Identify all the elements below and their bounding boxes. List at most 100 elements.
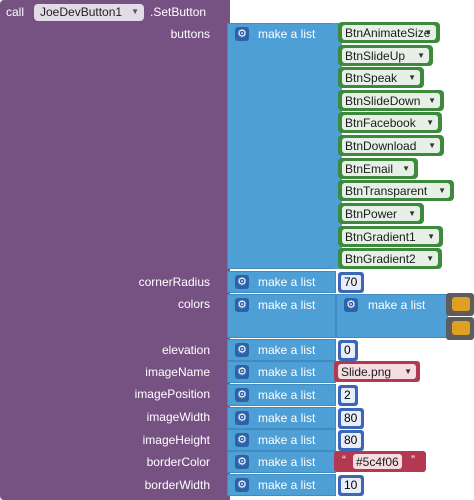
number-value[interactable]: 80 xyxy=(341,433,361,448)
gear-icon[interactable]: ⚙ xyxy=(235,478,249,492)
color-block[interactable] xyxy=(446,317,474,340)
component-chip[interactable]: BtnTransparent ▼ xyxy=(342,183,450,198)
gear-icon[interactable]: ⚙ xyxy=(235,275,249,289)
chevron-down-icon: ▼ xyxy=(404,367,412,376)
component-chip[interactable]: BtnFacebook ▼ xyxy=(342,115,438,130)
text-value: Slide.png xyxy=(341,365,392,379)
make-list-label: make a list xyxy=(258,365,316,379)
component-name: BtnGradient2 xyxy=(345,252,416,266)
color-block[interactable] xyxy=(446,293,474,316)
text-block[interactable]: Slide.png ▼ xyxy=(334,361,420,382)
component-block[interactable]: BtnGradient1 ▼ xyxy=(338,226,443,247)
make-list-label: make a list xyxy=(258,275,316,289)
component-block[interactable]: BtnSlideUp ▼ xyxy=(338,45,433,66)
chevron-down-icon: ▼ xyxy=(408,209,416,218)
quote-open: “ xyxy=(342,453,346,467)
number-block[interactable]: 80 xyxy=(338,408,364,429)
make-list-label: make a list xyxy=(258,298,316,312)
component-chip[interactable]: BtnEmail ▼ xyxy=(342,161,414,176)
component-name: BtnGradient1 xyxy=(345,230,416,244)
param-label-imagename: imageName xyxy=(145,365,210,379)
component-name: BtnAnimateSize xyxy=(345,26,431,40)
param-label-elevation: elevation xyxy=(161,343,210,357)
gear-icon[interactable]: ⚙ xyxy=(235,365,249,379)
number-block[interactable]: 0 xyxy=(338,340,358,361)
make-list-label: make a list xyxy=(258,455,316,469)
param-label-bordercolor: borderColor xyxy=(146,455,210,469)
component-chip[interactable]: BtnSlideDown ▼ xyxy=(342,93,440,108)
component-name: BtnSpeak xyxy=(345,71,398,85)
component-chip[interactable]: BtnGradient2 ▼ xyxy=(342,251,438,266)
chevron-down-icon: ▼ xyxy=(131,7,139,16)
chevron-down-icon: ▼ xyxy=(426,254,434,263)
component-name: BtnSlideUp xyxy=(345,49,406,63)
quote-close: ” xyxy=(411,453,415,467)
make-list-label: make a list xyxy=(258,433,316,447)
number-block[interactable]: 70 xyxy=(338,272,364,293)
chevron-down-icon: ▼ xyxy=(428,96,436,105)
gear-icon[interactable]: ⚙ xyxy=(235,411,249,425)
chevron-down-icon: ▼ xyxy=(424,28,432,37)
text-value[interactable]: #5c4f06 xyxy=(353,454,402,469)
component-block[interactable]: BtnFacebook ▼ xyxy=(338,112,442,133)
param-label-imagewidth: imageWidth xyxy=(146,410,210,424)
gear-icon[interactable]: ⚙ xyxy=(235,298,249,312)
gear-icon[interactable]: ⚙ xyxy=(235,388,249,402)
param-label-imageheight: imageHeight xyxy=(142,433,210,447)
number-value[interactable]: 0 xyxy=(341,343,355,358)
text-string-block[interactable]: “ #5c4f06 ” xyxy=(334,451,426,472)
number-value[interactable]: 80 xyxy=(341,411,361,426)
component-block[interactable]: BtnGradient2 ▼ xyxy=(338,248,442,269)
chevron-down-icon: ▼ xyxy=(402,164,410,173)
param-label-borderwidth: borderWidth xyxy=(144,478,210,492)
component-block[interactable]: BtnSlideDown ▼ xyxy=(338,90,444,111)
number-block[interactable]: 2 xyxy=(338,385,358,406)
number-value[interactable]: 70 xyxy=(341,275,361,290)
component-block[interactable]: BtnDownload ▼ xyxy=(338,135,444,156)
component-name: BtnDownload xyxy=(345,139,417,153)
param-label-buttons: buttons xyxy=(170,27,210,41)
number-value[interactable]: 10 xyxy=(341,478,361,493)
component-chip[interactable]: BtnSpeak ▼ xyxy=(342,70,420,85)
color-swatch[interactable] xyxy=(452,297,470,311)
gear-icon[interactable]: ⚙ xyxy=(344,298,358,312)
gear-icon[interactable]: ⚙ xyxy=(235,27,249,41)
gear-icon[interactable]: ⚙ xyxy=(235,433,249,447)
component-chip[interactable]: BtnDownload ▼ xyxy=(342,138,440,153)
make-list-label: make a list xyxy=(258,27,316,41)
make-list-buttons[interactable] xyxy=(227,23,336,269)
call-setbutton-block[interactable] xyxy=(0,0,230,500)
component-block[interactable]: BtnAnimateSize ▼ xyxy=(338,22,440,43)
component-dropdown[interactable]: JoeDevButton1 ▼ xyxy=(34,4,144,21)
component-block[interactable]: BtnEmail ▼ xyxy=(338,158,418,179)
component-block[interactable]: BtnPower ▼ xyxy=(338,203,424,224)
component-block[interactable]: BtnSpeak ▼ xyxy=(338,67,424,88)
component-name: BtnTransparent xyxy=(345,184,428,198)
component-chip[interactable]: BtnGradient1 ▼ xyxy=(342,229,439,244)
chevron-down-icon: ▼ xyxy=(438,186,446,195)
component-name: BtnSlideDown xyxy=(345,94,421,108)
method-name: .SetButton xyxy=(150,5,207,19)
chevron-down-icon: ▼ xyxy=(428,141,436,150)
gear-icon[interactable]: ⚙ xyxy=(235,343,249,357)
number-block[interactable]: 10 xyxy=(338,475,364,496)
make-list-label: make a list xyxy=(258,388,316,402)
component-name: BtnFacebook xyxy=(345,116,416,130)
param-label-colors: colors xyxy=(177,297,210,311)
component-chip[interactable]: BtnAnimateSize ▼ xyxy=(342,25,436,40)
make-list-label: make a list xyxy=(258,411,316,425)
make-list-label: make a list xyxy=(368,298,426,312)
number-block[interactable]: 80 xyxy=(338,430,364,451)
text-chip[interactable]: Slide.png ▼ xyxy=(338,364,416,379)
call-keyword: call xyxy=(6,5,25,19)
chevron-down-icon: ▼ xyxy=(427,232,435,241)
gear-icon[interactable]: ⚙ xyxy=(235,455,249,469)
component-chip[interactable]: BtnSlideUp ▼ xyxy=(342,48,429,63)
component-block[interactable]: BtnTransparent ▼ xyxy=(338,180,454,201)
color-swatch[interactable] xyxy=(452,321,470,335)
chevron-down-icon: ▼ xyxy=(408,73,416,82)
chevron-down-icon: ▼ xyxy=(426,118,434,127)
param-label-cornerradius: cornerRadius xyxy=(138,275,210,289)
number-value[interactable]: 2 xyxy=(341,388,355,403)
component-chip[interactable]: BtnPower ▼ xyxy=(342,206,420,221)
